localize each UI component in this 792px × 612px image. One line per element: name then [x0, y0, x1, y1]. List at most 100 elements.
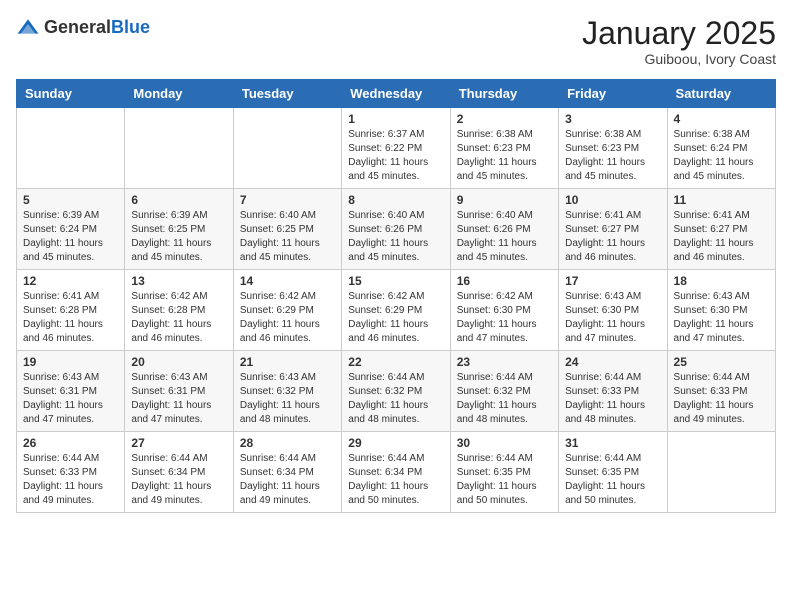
calendar-cell: 3Sunrise: 6:38 AM Sunset: 6:23 PM Daylig… — [559, 108, 667, 189]
calendar-cell — [125, 108, 233, 189]
day-number: 2 — [457, 112, 552, 126]
day-info: Sunrise: 6:40 AM Sunset: 6:25 PM Dayligh… — [240, 209, 335, 265]
day-number: 16 — [457, 274, 552, 288]
day-info: Sunrise: 6:39 AM Sunset: 6:24 PM Dayligh… — [23, 209, 118, 265]
calendar-week-row: 1Sunrise: 6:37 AM Sunset: 6:22 PM Daylig… — [17, 108, 776, 189]
calendar-cell: 13 Sunrise: 6:42 AM Sunset: 6:28 PM Dayli… — [125, 270, 233, 351]
day-info: Sunrise: 6:44 AM Sunset: 6:33 PM Dayligh… — [565, 371, 660, 427]
calendar-cell: 30 Sunrise: 6:44 AM Sunset: 6:35 PM Dayli… — [450, 432, 558, 513]
day-number: 9 — [457, 193, 552, 207]
day-number: 5 — [23, 193, 118, 207]
day-number: 21 — [240, 355, 335, 369]
calendar-cell: 31 Sunrise: 6:44 AM Sunset: 6:35 PM Dayli… — [559, 432, 667, 513]
title-block: January 2025 Guiboou, Ivory Coast — [582, 16, 776, 67]
calendar-cell: 12 Sunrise: 6:41 AM Sunset: 6:28 PM Dayli… — [17, 270, 125, 351]
day-number: 13 — [131, 274, 226, 288]
day-info: Sunrise: 6:39 AM Sunset: 6:25 PM Dayligh… — [131, 209, 226, 265]
calendar-cell: 17 Sunrise: 6:43 AM Sunset: 6:30 PM Dayli… — [559, 270, 667, 351]
calendar-cell: 4 Sunrise: 6:38 AM Sunset: 6:24 PM Daylig… — [667, 108, 775, 189]
logo-text-general: General — [44, 17, 111, 37]
day-number: 11 — [674, 193, 769, 207]
calendar-cell: 26 Sunrise: 6:44 AM Sunset: 6:33 PM Dayli… — [17, 432, 125, 513]
day-number: 20 — [131, 355, 226, 369]
calendar-week-row: 26 Sunrise: 6:44 AM Sunset: 6:33 PM Dayli… — [17, 432, 776, 513]
day-info: Sunrise: 6:44 AM Sunset: 6:33 PM Dayligh… — [23, 452, 118, 508]
day-number: 28 — [240, 436, 335, 450]
calendar-cell — [233, 108, 341, 189]
calendar-cell: 2 Sunrise: 6:38 AM Sunset: 6:23 PM Daylig… — [450, 108, 558, 189]
calendar-cell — [17, 108, 125, 189]
day-number: 7 — [240, 193, 335, 207]
calendar-header-tuesday: Tuesday — [233, 80, 341, 108]
calendar-cell: 15 Sunrise: 6:42 AM Sunset: 6:29 PM Dayli… — [342, 270, 450, 351]
calendar-cell: 11 Sunrise: 6:41 AM Sunset: 6:27 PM Dayli… — [667, 189, 775, 270]
day-number: 17 — [565, 274, 660, 288]
calendar-cell: 7 Sunrise: 6:40 AM Sunset: 6:25 PM Daylig… — [233, 189, 341, 270]
day-number: 19 — [23, 355, 118, 369]
calendar-week-row: 12 Sunrise: 6:41 AM Sunset: 6:28 PM Dayli… — [17, 270, 776, 351]
day-number: 15 — [348, 274, 443, 288]
day-info: Sunrise: 6:42 AM Sunset: 6:28 PM Dayligh… — [131, 290, 226, 346]
day-info: Sunrise: 6:38 AM Sunset: 6:23 PM Dayligh… — [457, 128, 552, 184]
calendar-table: SundayMondayTuesdayWednesdayThursdayFrid… — [16, 79, 776, 513]
day-number: 31 — [565, 436, 660, 450]
day-info: Sunrise: 6:44 AM Sunset: 6:35 PM Dayligh… — [457, 452, 552, 508]
day-number: 8 — [348, 193, 443, 207]
day-number: 30 — [457, 436, 552, 450]
day-number: 12 — [23, 274, 118, 288]
day-info: Sunrise: 6:43 AM Sunset: 6:31 PM Dayligh… — [23, 371, 118, 427]
calendar-cell: 9 Sunrise: 6:40 AM Sunset: 6:26 PM Daylig… — [450, 189, 558, 270]
calendar-cell: 19 Sunrise: 6:43 AM Sunset: 6:31 PM Dayli… — [17, 351, 125, 432]
day-info: Sunrise: 6:38 AM Sunset: 6:23 PM Dayligh… — [565, 128, 660, 184]
calendar-cell: 22 Sunrise: 6:44 AM Sunset: 6:32 PM Dayli… — [342, 351, 450, 432]
calendar-cell: 14 Sunrise: 6:42 AM Sunset: 6:29 PM Dayli… — [233, 270, 341, 351]
day-info: Sunrise: 6:40 AM Sunset: 6:26 PM Dayligh… — [457, 209, 552, 265]
day-info: Sunrise: 6:44 AM Sunset: 6:34 PM Dayligh… — [240, 452, 335, 508]
day-number: 23 — [457, 355, 552, 369]
day-info: Sunrise: 6:44 AM Sunset: 6:35 PM Dayligh… — [565, 452, 660, 508]
day-info: Sunrise: 6:37 AM Sunset: 6:22 PM Dayligh… — [348, 128, 443, 184]
day-number: 10 — [565, 193, 660, 207]
day-number: 18 — [674, 274, 769, 288]
day-info: Sunrise: 6:44 AM Sunset: 6:32 PM Dayligh… — [457, 371, 552, 427]
day-info: Sunrise: 6:44 AM Sunset: 6:34 PM Dayligh… — [131, 452, 226, 508]
calendar-header-wednesday: Wednesday — [342, 80, 450, 108]
calendar-cell: 28 Sunrise: 6:44 AM Sunset: 6:34 PM Dayli… — [233, 432, 341, 513]
calendar-cell: 6Sunrise: 6:39 AM Sunset: 6:25 PM Daylig… — [125, 189, 233, 270]
day-info: Sunrise: 6:42 AM Sunset: 6:29 PM Dayligh… — [240, 290, 335, 346]
calendar-cell: 21 Sunrise: 6:43 AM Sunset: 6:32 PM Dayli… — [233, 351, 341, 432]
day-info: Sunrise: 6:44 AM Sunset: 6:32 PM Dayligh… — [348, 371, 443, 427]
calendar-cell: 18Sunrise: 6:43 AM Sunset: 6:30 PM Dayli… — [667, 270, 775, 351]
calendar-cell: 27 Sunrise: 6:44 AM Sunset: 6:34 PM Dayli… — [125, 432, 233, 513]
calendar-cell: 1Sunrise: 6:37 AM Sunset: 6:22 PM Daylig… — [342, 108, 450, 189]
day-info: Sunrise: 6:42 AM Sunset: 6:29 PM Dayligh… — [348, 290, 443, 346]
calendar-header-thursday: Thursday — [450, 80, 558, 108]
calendar-cell: 20 Sunrise: 6:43 AM Sunset: 6:31 PM Dayli… — [125, 351, 233, 432]
calendar-header-row: SundayMondayTuesdayWednesdayThursdayFrid… — [17, 80, 776, 108]
day-info: Sunrise: 6:43 AM Sunset: 6:30 PM Dayligh… — [565, 290, 660, 346]
page-header: GeneralBlue January 2025 Guiboou, Ivory … — [16, 16, 776, 67]
calendar-header-friday: Friday — [559, 80, 667, 108]
day-number: 29 — [348, 436, 443, 450]
calendar-cell: 23 Sunrise: 6:44 AM Sunset: 6:32 PM Dayli… — [450, 351, 558, 432]
day-info: Sunrise: 6:43 AM Sunset: 6:31 PM Dayligh… — [131, 371, 226, 427]
day-number: 14 — [240, 274, 335, 288]
calendar-cell: 16Sunrise: 6:42 AM Sunset: 6:30 PM Dayli… — [450, 270, 558, 351]
day-number: 24 — [565, 355, 660, 369]
calendar-subtitle: Guiboou, Ivory Coast — [582, 51, 776, 67]
calendar-week-row: 5 Sunrise: 6:39 AM Sunset: 6:24 PM Daylig… — [17, 189, 776, 270]
day-info: Sunrise: 6:41 AM Sunset: 6:27 PM Dayligh… — [565, 209, 660, 265]
day-info: Sunrise: 6:44 AM Sunset: 6:34 PM Dayligh… — [348, 452, 443, 508]
calendar-week-row: 19 Sunrise: 6:43 AM Sunset: 6:31 PM Dayli… — [17, 351, 776, 432]
calendar-cell — [667, 432, 775, 513]
day-number: 22 — [348, 355, 443, 369]
calendar-cell: 24 Sunrise: 6:44 AM Sunset: 6:33 PM Dayli… — [559, 351, 667, 432]
day-info: Sunrise: 6:41 AM Sunset: 6:27 PM Dayligh… — [674, 209, 769, 265]
day-info: Sunrise: 6:43 AM Sunset: 6:32 PM Dayligh… — [240, 371, 335, 427]
day-info: Sunrise: 6:38 AM Sunset: 6:24 PM Dayligh… — [674, 128, 769, 184]
day-number: 27 — [131, 436, 226, 450]
calendar-header-monday: Monday — [125, 80, 233, 108]
day-number: 26 — [23, 436, 118, 450]
day-number: 4 — [674, 112, 769, 126]
day-info: Sunrise: 6:41 AM Sunset: 6:28 PM Dayligh… — [23, 290, 118, 346]
